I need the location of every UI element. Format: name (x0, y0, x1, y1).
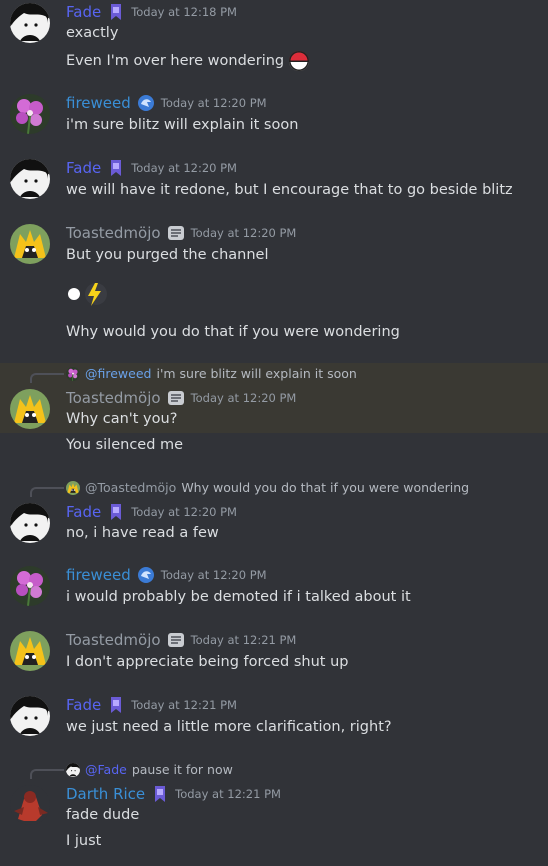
fade-avatar-icon (10, 696, 50, 736)
toasted-avatar-icon (66, 481, 80, 495)
timestamp: Today at 12:20 PM (131, 505, 237, 519)
timestamp: Today at 12:20 PM (190, 226, 297, 240)
message-text: I just (66, 833, 102, 849)
message-toasted-2-mention: @fireweed i'm sure blitz will explain it… (0, 363, 548, 433)
timestamp: Today at 12:20 PM (131, 161, 237, 175)
badge-icon (137, 94, 155, 112)
badge-icon (167, 224, 185, 242)
message-text: Why can't you? (66, 411, 178, 427)
fade-avatar-icon (10, 3, 50, 43)
username-fireweed[interactable]: fireweed (66, 94, 131, 112)
message-fireweed-2: fireweed Today at 12:20 PM i would proba… (0, 562, 548, 612)
badge-icon (107, 159, 125, 177)
timestamp: Today at 12:18 PM (131, 5, 237, 19)
reply-mention[interactable]: @Fade (85, 762, 127, 777)
message-text: we just need a little more clarification… (66, 719, 392, 735)
avatar[interactable] (10, 696, 50, 736)
timestamp: Today at 12:21 PM (175, 787, 281, 801)
message-fade-1: Fade Today at 12:18 PM exactly Even I'm … (0, 0, 548, 80)
lightning-bolt-emoji-icon (85, 283, 107, 306)
message-text: i would probably be demoted if i talked … (66, 589, 411, 605)
message-darth-1: @Fade pause it for now Darth Rice Today … (0, 759, 548, 859)
message-fireweed-1: fireweed Today at 12:20 PM i'm sure blit… (0, 90, 548, 140)
reply-mention[interactable]: @fireweed (85, 366, 151, 381)
timestamp: Today at 12:21 PM (131, 698, 237, 712)
fade-avatar-icon (10, 503, 50, 543)
flower-avatar-icon (10, 566, 50, 606)
reply-preview[interactable]: @Toastedmöjo Why would you do that if yo… (66, 480, 469, 495)
message-text: I don't appreciate being forced shut up (66, 654, 349, 670)
avatar[interactable] (10, 389, 50, 429)
message-toasted-1: Toastedmöjo Today at 12:20 PM But you pu… (0, 220, 548, 350)
badge-icon (137, 566, 155, 584)
username-darth[interactable]: Darth Rice (66, 785, 145, 803)
avatar[interactable] (10, 785, 50, 825)
message-toasted-3: Toastedmöjo Today at 12:21 PM I don't ap… (0, 627, 548, 677)
reply-text: Why would you do that if you were wonder… (181, 480, 470, 495)
avatar[interactable] (10, 566, 50, 606)
badge-icon (107, 3, 125, 21)
avatar[interactable] (10, 94, 50, 134)
badge-icon (151, 785, 169, 803)
message-text: You silenced me (66, 437, 184, 453)
message-text: Why would you do that if you were wonder… (66, 324, 400, 340)
username-fade[interactable]: Fade (66, 503, 101, 521)
avatar[interactable] (10, 224, 50, 264)
timestamp: Today at 12:20 PM (160, 96, 267, 110)
username-toasted[interactable]: Toastedmöjo (66, 389, 161, 407)
reply-spine (30, 487, 64, 497)
emoji-row (66, 280, 108, 308)
message-text: i'm sure blitz will explain it soon (66, 117, 299, 133)
avatar[interactable] (10, 3, 50, 43)
pokeball-emoji-icon (289, 51, 310, 71)
reply-mention[interactable]: @Toastedmöjo (85, 480, 176, 495)
message-text: no, i have read a few (66, 525, 219, 541)
timestamp: Today at 12:20 PM (190, 391, 297, 405)
username-fade[interactable]: Fade (66, 3, 101, 21)
reply-spine (30, 769, 64, 779)
message-text-with-emoji: Even I'm over here wondering (66, 51, 310, 71)
reply-text: i'm sure blitz will explain it soon (156, 366, 357, 381)
username-fade[interactable]: Fade (66, 159, 101, 177)
flower-avatar-icon (10, 94, 50, 134)
username-fade[interactable]: Fade (66, 696, 101, 714)
reply-text: pause it for now (131, 762, 233, 777)
avatar[interactable] (10, 159, 50, 199)
timestamp: Today at 12:20 PM (160, 568, 267, 582)
flower-avatar-icon (66, 367, 80, 381)
message-text: we will have it redone, but I encourage … (66, 182, 513, 198)
message-text: fade dude (66, 807, 140, 823)
darth-avatar-icon (10, 785, 50, 825)
message-text: But you purged the channel (66, 247, 269, 263)
toasted-avatar-icon (10, 631, 50, 671)
message-text: exactly (66, 25, 119, 41)
badge-icon (167, 631, 185, 649)
fade-avatar-icon (10, 159, 50, 199)
avatar[interactable] (10, 631, 50, 671)
badge-icon (167, 389, 185, 407)
message-fade-3: @Toastedmöjo Why would you do that if yo… (0, 477, 548, 547)
username-fireweed[interactable]: fireweed (66, 566, 131, 584)
reply-spine (30, 373, 64, 383)
fade-avatar-icon (66, 763, 80, 777)
username-toasted[interactable]: Toastedmöjo (66, 224, 161, 242)
toasted-avatar-icon (10, 389, 50, 429)
badge-icon (107, 696, 125, 714)
timestamp: Today at 12:21 PM (190, 633, 297, 647)
toasted-avatar-icon (10, 224, 50, 264)
reply-preview[interactable]: @fireweed i'm sure blitz will explain it… (66, 366, 357, 381)
badge-icon (107, 503, 125, 521)
message-fade-2: Fade Today at 12:20 PM we will have it r… (0, 155, 548, 205)
avatar[interactable] (10, 503, 50, 543)
reply-preview[interactable]: @Fade pause it for now (66, 762, 233, 777)
message-fade-4: Fade Today at 12:21 PM we just need a li… (0, 692, 548, 742)
username-toasted[interactable]: Toastedmöjo (66, 631, 161, 649)
